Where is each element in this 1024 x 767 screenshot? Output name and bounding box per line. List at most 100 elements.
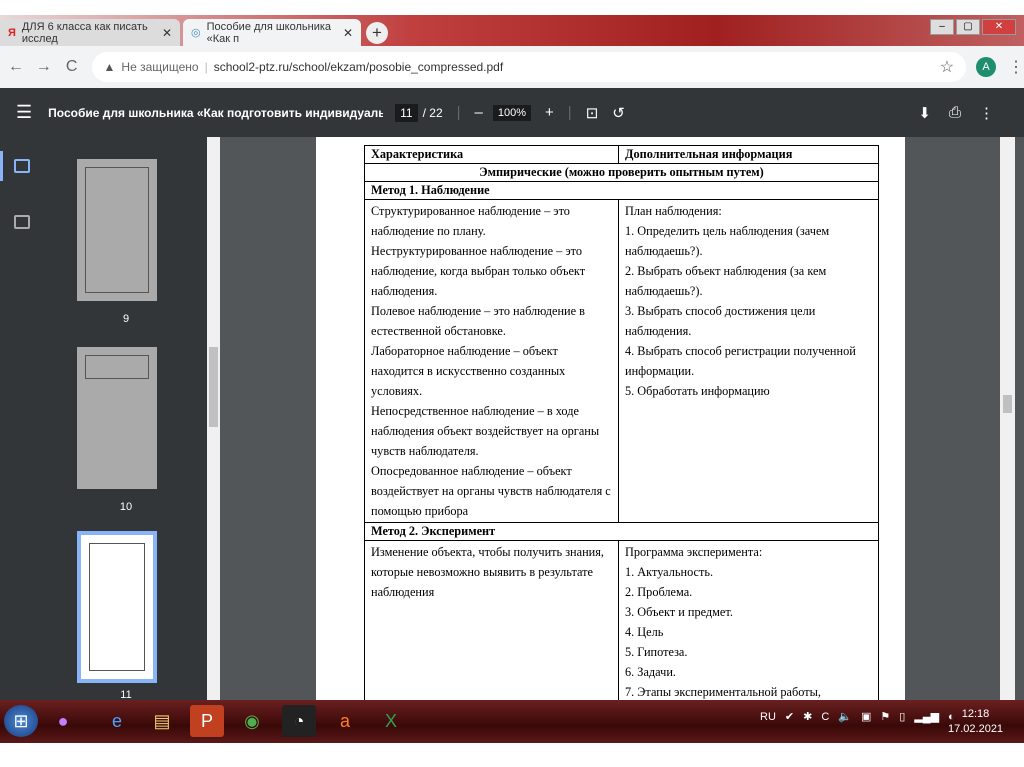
zoom-out-icon[interactable]: – [475, 104, 483, 121]
cell-line: 4. Цель [625, 625, 664, 639]
tab-yandex[interactable]: Я ДЛЯ 6 класса как писать исслед ✕ [0, 19, 180, 46]
divider: | [456, 104, 461, 121]
pdf-toolbar: ☰ Пособие для школьника «Как подготовить… [0, 88, 1024, 137]
date: 17.02.2021 [948, 723, 1004, 735]
tab-pdf[interactable]: ◎ Пособие для школьника «Как п ✕ [183, 19, 361, 46]
zoom-in-icon[interactable]: + [545, 104, 554, 121]
pdf-viewer: 9 10 11 Характеристика Дополнительная инф… [0, 137, 1024, 724]
security-label[interactable]: Не защищено [121, 60, 198, 74]
tab-bar: Я ДЛЯ 6 класса как писать исслед ✕ ◎ Пособи… [0, 15, 1024, 46]
method-header: Метод 2. Эксперимент [364, 522, 879, 541]
ccleaner-icon[interactable]: C [821, 711, 829, 723]
zoom-input[interactable]: 100% [492, 104, 532, 121]
url-text[interactable]: school2-ptz.ru/school/ekzam/posobie_comp… [214, 60, 504, 74]
cell-line: 6. Задачи. [625, 665, 676, 679]
page-scrollbar[interactable] [1000, 137, 1015, 700]
network-icon[interactable]: ▣ [861, 710, 871, 723]
thumbnails-icon[interactable] [14, 159, 30, 173]
thumbnail-page-9[interactable] [77, 159, 157, 301]
cell-line: Непосредственное наблюдение – в ходе наб… [371, 404, 600, 458]
power-icon[interactable]: ▯ [899, 710, 905, 723]
methods-table: Характеристика Дополнительная информация … [364, 145, 879, 724]
print-icon[interactable]: ⎙ [949, 104, 961, 122]
document-title: Пособие для школьника «Как подготовить и… [48, 105, 384, 120]
thumbnail-number: 9 [122, 313, 130, 325]
chrome-icon[interactable]: ◉ [235, 705, 269, 737]
clock[interactable]: 12:18 17.02.2021 [948, 707, 1003, 737]
outline-icon[interactable] [14, 215, 30, 229]
ie-icon[interactable]: e [100, 705, 134, 737]
cell-line: 2. Проблема. [625, 585, 693, 599]
cell-line: Структурированное наблюдение – это наблю… [371, 204, 570, 238]
cell-line: 2. Выбрать объект наблюдения (за кем наб… [625, 264, 827, 298]
thumbnail-number: 10 [119, 501, 133, 513]
thumbnail-panel: 9 10 11 [45, 137, 207, 701]
minimize-button[interactable]: – [930, 19, 954, 35]
sidebar-menu-icon[interactable]: ☰ [16, 102, 32, 123]
alice-icon[interactable]: ● [46, 705, 80, 737]
cell-line: Изменение объекта, чтобы получить знания… [371, 545, 604, 599]
method2-info: Программа эксперимента: 1. Актуальность. 2… [618, 540, 879, 724]
rotate-icon[interactable]: ↺ [612, 104, 625, 122]
sidebar-strip [0, 137, 45, 700]
avast-tray-icon[interactable]: ✱ [803, 710, 812, 723]
address-bar-row: ← → C ▲ Не защищено | school2-ptz.ru/sch… [0, 46, 1024, 88]
cell-line: 1. Определить цель наблюдения (зачем наб… [625, 224, 830, 258]
back-icon[interactable]: ← [4, 58, 28, 76]
tab-label: Пособие для школьника «Как п [206, 20, 332, 45]
forward-icon[interactable]: → [32, 58, 56, 76]
cell-line: План наблюдения: [625, 204, 722, 218]
powerpoint-icon[interactable]: P [190, 705, 224, 737]
method1-description: Структурированное наблюдение – это наблю… [364, 199, 619, 523]
avast-icon[interactable]: a [328, 705, 362, 737]
thumbnail-page-10[interactable] [77, 347, 157, 489]
omnibox[interactable]: ▲ Не защищено | school2-ptz.ru/school/ek… [91, 52, 967, 82]
method1-info: План наблюдения: 1. Определить цель наблю… [618, 199, 879, 523]
page-total: / 22 [422, 105, 443, 120]
reload-icon[interactable]: C [60, 58, 84, 76]
cell-line: Неструктурированное наблюдение – это наб… [371, 244, 586, 298]
more-options-icon[interactable]: ⋮ [979, 104, 994, 122]
cell-line: 5. Обработать информацию [625, 384, 770, 398]
maximize-button[interactable]: ▢ [956, 19, 980, 35]
cell-line: Программа эксперимента: [625, 545, 763, 559]
cell-line: Опосредованное наблюдение – объект возде… [371, 464, 611, 518]
explorer-icon[interactable]: ▤ [145, 705, 179, 737]
pdf-favicon-icon: ◎ [191, 27, 201, 39]
close-tab-icon[interactable]: ✕ [343, 26, 353, 40]
download-icon[interactable]: ⬇ [918, 104, 931, 122]
method2-description: Изменение объекта, чтобы получить знания… [364, 540, 619, 724]
start-button[interactable]: ⊞ [4, 705, 38, 737]
thumbnail-page-11[interactable] [77, 531, 157, 683]
fit-page-icon[interactable]: ⊡ [586, 104, 599, 122]
close-tab-icon[interactable]: ✕ [162, 26, 172, 40]
new-tab-button[interactable]: + [366, 22, 388, 44]
excel-icon[interactable]: X [374, 705, 408, 737]
profile-avatar[interactable]: A [976, 57, 996, 77]
check-icon[interactable]: ✔ [785, 710, 794, 723]
warning-icon: ▲ [103, 60, 116, 74]
cell-line: 3. Объект и предмет. [625, 605, 733, 619]
speedtest-icon[interactable]: ◔ [282, 705, 316, 737]
tab-label: ДЛЯ 6 класса как писать исслед [21, 20, 148, 45]
browser-menu-icon[interactable]: ⋮ [1008, 57, 1024, 77]
cell-line: 3. Выбрать способ достижения цели наблюд… [625, 304, 816, 338]
divider: | [567, 104, 572, 121]
cell-line: 4. Выбрать способ регистрации полученной… [625, 344, 856, 378]
thumbnail-scrollbar[interactable] [207, 137, 220, 700]
volume-icon[interactable]: 🔈 [838, 710, 852, 723]
system-tray: RU ✔ ✱ C 🔈 ▣ ⚑ ▯ ▂▄▆ ◐ [760, 710, 955, 724]
time: 12:18 [961, 708, 990, 720]
signal-icon[interactable]: ▂▄▆ [914, 710, 939, 723]
language-indicator[interactable]: RU [760, 711, 776, 723]
close-window-button[interactable]: ✕ [982, 19, 1016, 35]
yandex-icon: Я [8, 26, 16, 39]
column-header: Характеристика [364, 145, 619, 164]
taskbar: ⊞ ● e ▤ P ◉ ◔ a X RU ✔ ✱ C 🔈 ▣ ⚑ ▯ ▂▄▆ ◐… [0, 700, 1024, 743]
pdf-page: Характеристика Дополнительная информация … [316, 137, 905, 724]
cell-line: 1. Актуальность. [625, 565, 714, 579]
flag-icon[interactable]: ⚑ [880, 710, 890, 723]
section-header: Эмпирические (можно проверить опытным пу… [364, 163, 879, 182]
bookmark-star-icon[interactable]: ☆ [940, 57, 954, 77]
page-number-input[interactable]: 11 [395, 103, 418, 122]
